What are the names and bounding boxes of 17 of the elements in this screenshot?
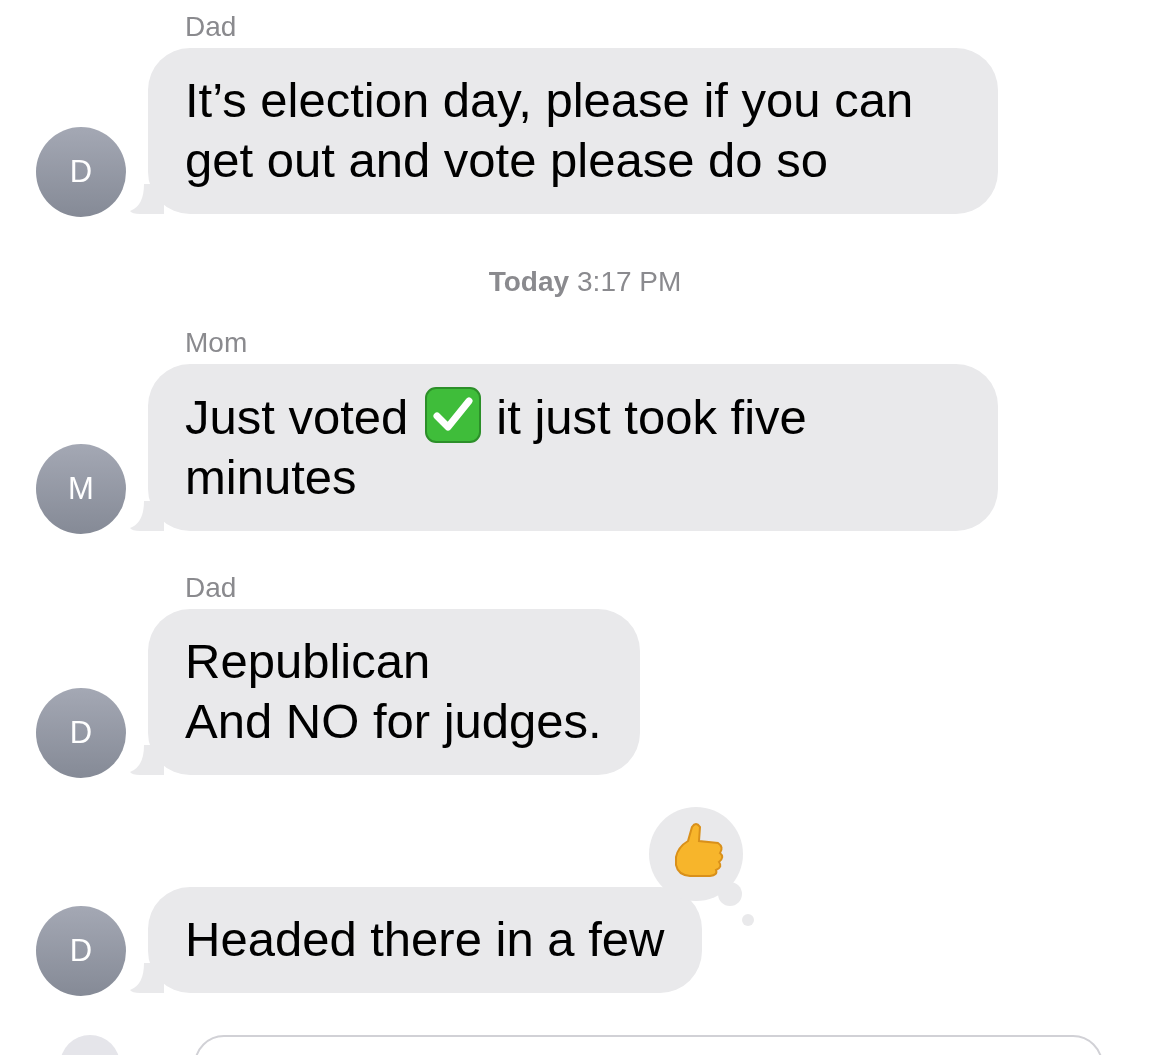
thumbs-up-icon [675,823,724,877]
avatar[interactable]: D [36,127,126,217]
message-text: Just voted [185,390,409,444]
timestamp-time: 3:17 PM [577,266,682,298]
message-text: Headed there in a few [185,912,665,966]
sender-name: Dad [185,10,237,44]
avatar[interactable]: M [36,444,126,534]
message-text: it just took five [496,390,807,444]
message-text: Republican And NO for judges. [185,634,602,748]
avatar[interactable]: D [36,688,126,778]
avatar[interactable]: D [36,906,126,996]
check-mark-icon [424,386,483,444]
sender-name: Dad [185,571,237,605]
message-text: minutes [185,450,357,504]
timestamp-day: Today [488,266,570,298]
message-text: It’s election day, please if you can get out and vote please do so [185,73,914,187]
sender-name: Mom [185,326,248,360]
